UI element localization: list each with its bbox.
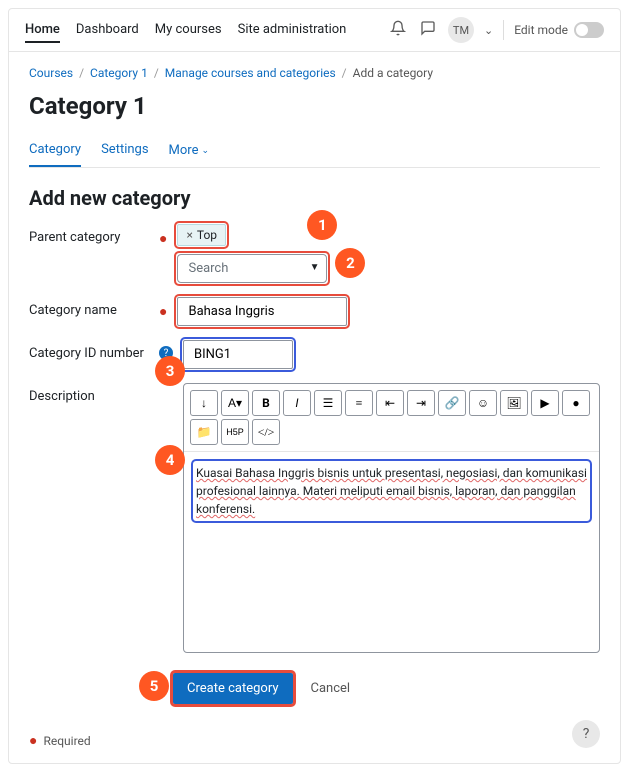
description-editor: ↓ A▾ B I ☰ ≡ ⇤ ⇥ 🔗 ☺ 🖼 ▶ ● 📁 <box>183 383 600 653</box>
description-label: Description <box>29 389 95 404</box>
breadcrumb-current: Add a category <box>353 66 433 80</box>
category-id-input[interactable] <box>183 340 293 369</box>
required-note: Required <box>43 734 90 748</box>
nav-my-courses[interactable]: My courses <box>155 18 222 43</box>
nav-site-admin[interactable]: Site administration <box>238 18 347 43</box>
required-icon: ● <box>159 297 167 320</box>
remove-tag-icon[interactable]: × <box>186 228 192 242</box>
bell-icon[interactable] <box>388 18 408 42</box>
parent-category-tag[interactable]: × Top <box>177 224 226 246</box>
callout-3: 3 <box>155 356 185 386</box>
required-icon: ● <box>29 732 37 749</box>
category-name-input[interactable] <box>177 297 347 326</box>
toolbar-number-list-icon[interactable]: ≡ <box>345 390 373 416</box>
edit-mode-toggle[interactable] <box>574 22 604 38</box>
description-textarea[interactable]: Kuasai Bahasa Inggris bisnis untuk prese… <box>184 452 599 652</box>
toolbar-link-icon[interactable]: 🔗 <box>438 390 466 416</box>
category-id-label: Category ID number <box>29 346 144 361</box>
edit-mode-label: Edit mode <box>514 23 568 37</box>
create-category-button[interactable]: Create category <box>173 673 293 704</box>
toolbar-bold-icon[interactable]: B <box>252 390 280 416</box>
category-name-label: Category name <box>29 303 117 318</box>
tab-category[interactable]: Category <box>29 134 81 167</box>
callout-2: 2 <box>335 248 365 278</box>
required-icon: ● <box>159 224 167 247</box>
toolbar-bullet-list-icon[interactable]: ☰ <box>314 390 342 416</box>
cancel-button[interactable]: Cancel <box>303 673 359 704</box>
chevron-down-icon[interactable]: ⌄ <box>484 24 493 37</box>
toolbar-outdent-icon[interactable]: ⇥ <box>407 390 435 416</box>
form-heading: Add new category <box>29 186 600 210</box>
toolbar-files-icon[interactable]: 📁 <box>190 419 218 445</box>
callout-5: 5 <box>139 671 169 701</box>
chat-icon[interactable] <box>418 18 438 42</box>
breadcrumb: Courses / Category 1 / Manage courses an… <box>29 66 600 80</box>
page-title: Category 1 <box>29 92 600 120</box>
editor-toolbar: ↓ A▾ B I ☰ ≡ ⇤ ⇥ 🔗 ☺ 🖼 ▶ ● 📁 <box>184 384 599 452</box>
user-avatar[interactable]: TM <box>448 17 474 43</box>
toolbar-italic-icon[interactable]: I <box>283 390 311 416</box>
parent-category-search[interactable]: Search <box>177 254 327 283</box>
toolbar-paragraph-icon[interactable]: A▾ <box>221 390 249 416</box>
nav-home[interactable]: Home <box>25 18 60 43</box>
tab-more[interactable]: More⌄ <box>169 134 210 167</box>
breadcrumb-category1[interactable]: Category 1 <box>90 66 148 80</box>
breadcrumb-manage[interactable]: Manage courses and categories <box>165 66 336 80</box>
tab-settings[interactable]: Settings <box>101 134 148 167</box>
toolbar-record-icon[interactable]: ● <box>562 390 590 416</box>
parent-category-label: Parent category <box>29 230 120 245</box>
callout-1: 1 <box>307 210 337 240</box>
breadcrumb-courses[interactable]: Courses <box>29 66 73 80</box>
toolbar-html-icon[interactable]: </> <box>252 419 280 445</box>
toolbar-emoji-icon[interactable]: ☺ <box>469 390 497 416</box>
top-navigation: Home Dashboard My courses Site administr… <box>9 9 620 52</box>
toolbar-video-icon[interactable]: ▶ <box>531 390 559 416</box>
nav-dashboard[interactable]: Dashboard <box>76 18 139 43</box>
toolbar-indent-icon[interactable]: ⇤ <box>376 390 404 416</box>
toolbar-expand-icon[interactable]: ↓ <box>190 390 218 416</box>
secondary-tabs: Category Settings More⌄ <box>29 134 600 168</box>
callout-4: 4 <box>155 445 185 475</box>
toolbar-image-icon[interactable]: 🖼 <box>500 390 528 416</box>
toolbar-h5p-icon[interactable]: H5P <box>221 419 249 445</box>
help-fab[interactable]: ? <box>572 720 600 748</box>
